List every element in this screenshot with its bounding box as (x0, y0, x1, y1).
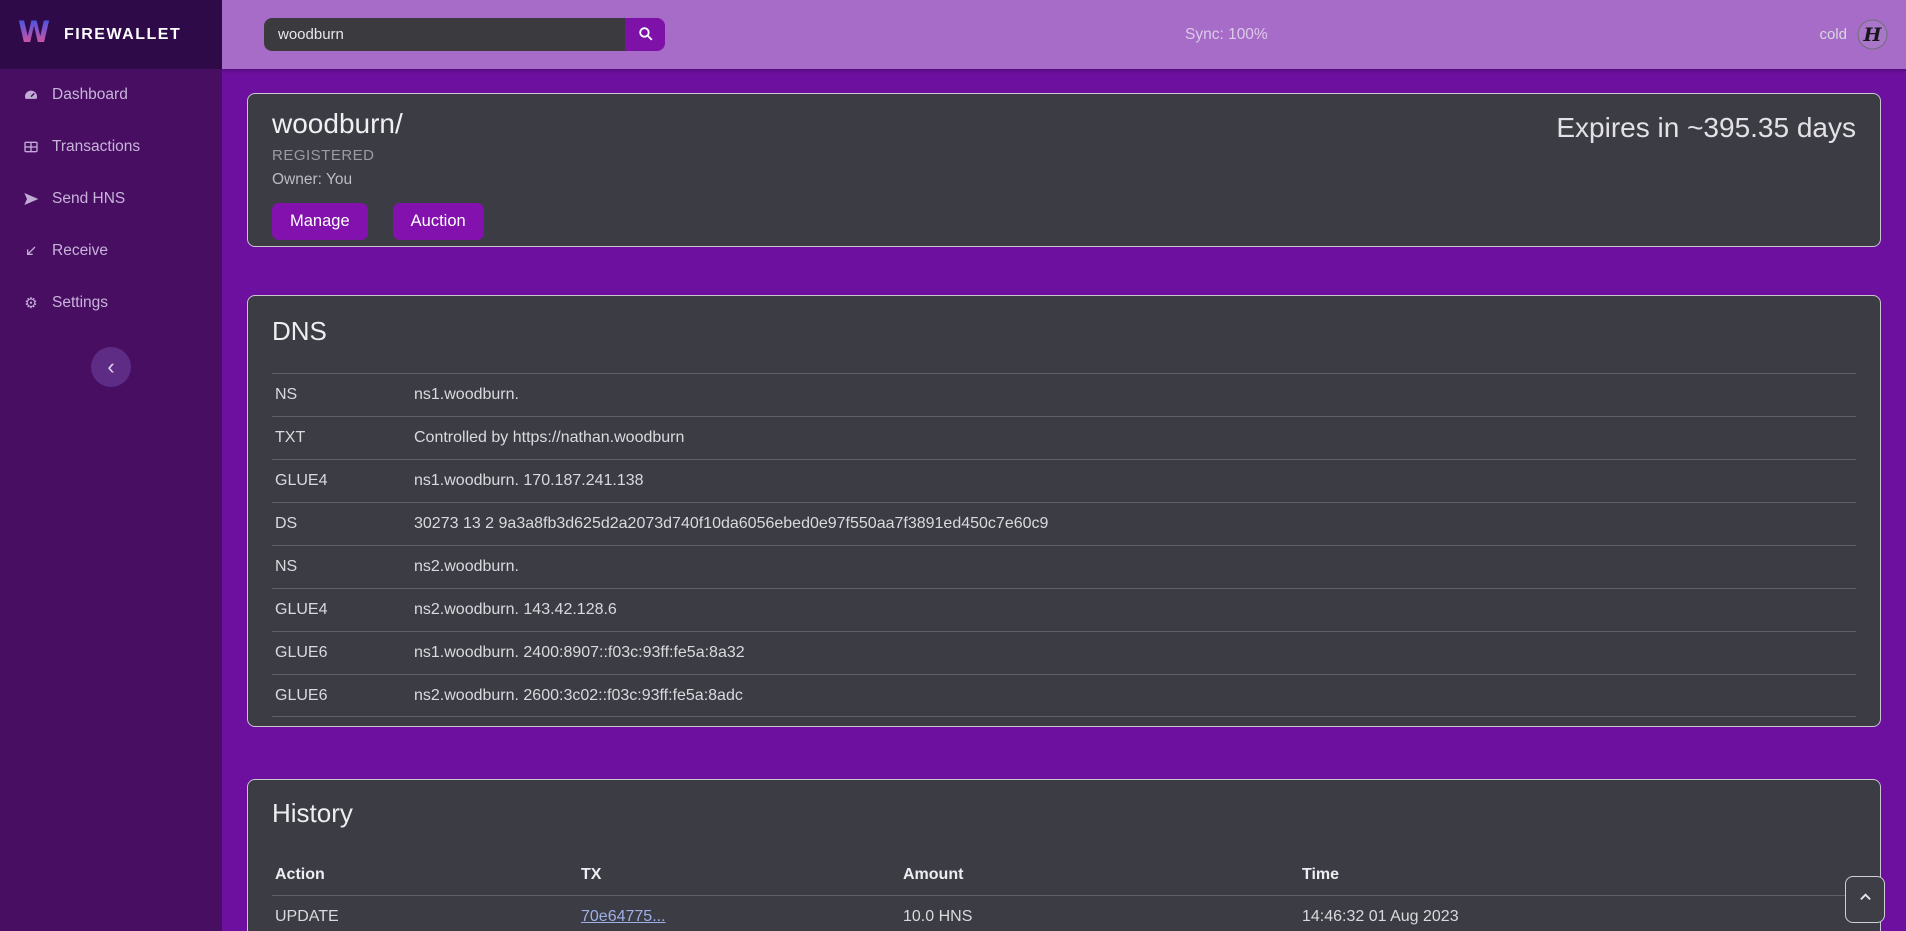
manage-button[interactable]: Manage (272, 203, 368, 240)
domain-owner: Owner: You (272, 171, 1856, 189)
dns-record-row: GLUE6 ns1.woodburn. 2400:8907::f03c:93ff… (272, 631, 1856, 674)
main-content: woodburn/ REGISTERED Owner: You Manage A… (222, 69, 1906, 931)
column-header-tx: TX (581, 866, 903, 884)
history-card-title: History (272, 798, 1856, 829)
dns-record-row: NS ns1.woodburn. (272, 373, 1856, 416)
chevron-up-icon (1859, 891, 1872, 909)
dns-record-type: NS (272, 386, 414, 404)
sidebar-item-send-hns[interactable]: Send HNS (0, 173, 222, 225)
sidebar-item-receive[interactable]: Receive (0, 225, 222, 277)
history-time: 14:46:32 01 Aug 2023 (1302, 908, 1856, 926)
svg-text:H: H (1863, 24, 1883, 46)
history-card: History Action TX Amount Time UPDATE 70e… (247, 779, 1881, 931)
sidebar-item-settings[interactable]: ⚙ Settings (0, 277, 222, 329)
sidebar: W FIREWALLET Dashboard Transactions Send… (0, 0, 222, 931)
history-row: UPDATE 70e64775... 10.0 HNS 14:46:32 01 … (272, 895, 1856, 931)
dns-record-type: NS (272, 558, 414, 576)
dns-record-value: Controlled by https://nathan.woodburn (414, 429, 1856, 447)
transactions-icon (18, 139, 44, 155)
column-header-time: Time (1302, 866, 1856, 884)
scroll-to-top-button[interactable] (1845, 876, 1885, 923)
dns-record-value: ns1.woodburn. (414, 386, 1856, 404)
sidebar-item-label: Receive (52, 242, 108, 260)
dns-record-type: GLUE6 (272, 687, 414, 705)
dns-record-type: DS (272, 515, 414, 533)
topbar: Sync: 100% cold H (222, 0, 1906, 69)
dns-record-value: ns2.woodburn. (414, 558, 1856, 576)
dns-record-type: TXT (272, 429, 414, 447)
sync-status: Sync: 100% (1185, 0, 1268, 69)
domain-status-badge: REGISTERED (272, 147, 1856, 164)
chevron-left-icon: ‹ (107, 356, 114, 378)
dns-record-row: GLUE6 ns2.woodburn. 2600:3c02::f03c:93ff… (272, 674, 1856, 717)
sidebar-item-label: Transactions (52, 138, 140, 156)
sidebar-item-dashboard[interactable]: Dashboard (0, 69, 222, 121)
tx-link[interactable]: 70e64775... (581, 908, 666, 925)
dns-record-row: GLUE4 ns1.woodburn. 170.187.241.138 (272, 459, 1856, 502)
svg-text:W: W (18, 15, 50, 49)
sidebar-nav: Dashboard Transactions Send HNS Receive … (0, 69, 222, 329)
sidebar-item-label: Settings (52, 294, 108, 312)
auction-button[interactable]: Auction (393, 203, 484, 240)
expires-label: Expires in ~395.35 days (1556, 112, 1856, 144)
dns-record-row: DS 30273 13 2 9a3a8fb3d625d2a2073d740f10… (272, 502, 1856, 545)
column-header-action: Action (272, 866, 581, 884)
column-header-amount: Amount (903, 866, 1302, 884)
dns-card-title: DNS (272, 316, 1856, 347)
history-amount: 10.0 HNS (903, 908, 1302, 926)
search-icon (637, 25, 654, 45)
sidebar-item-label: Send HNS (52, 190, 125, 208)
dns-record-type: GLUE4 (272, 472, 414, 490)
firewallet-logo-icon: W (16, 14, 52, 55)
search-input[interactable] (264, 18, 625, 51)
domain-card: woodburn/ REGISTERED Owner: You Manage A… (247, 93, 1881, 247)
dashboard-icon (18, 87, 44, 103)
wallet-name: cold (1819, 26, 1847, 43)
dns-record-value: ns2.woodburn. 143.42.128.6 (414, 601, 1856, 619)
topbar-right: cold H (1819, 0, 1888, 69)
brand-header: W FIREWALLET (0, 0, 222, 69)
dns-record-type: GLUE6 (272, 644, 414, 662)
history-action: UPDATE (272, 908, 581, 926)
dns-record-value: ns1.woodburn. 170.187.241.138 (414, 472, 1856, 490)
send-icon (18, 191, 44, 207)
sidebar-collapse-button[interactable]: ‹ (91, 347, 131, 387)
history-header-row: Action TX Amount Time (272, 855, 1856, 895)
brand-name: FIREWALLET (64, 26, 181, 44)
search-button[interactable] (625, 18, 665, 51)
dns-record-row: GLUE4 ns2.woodburn. 143.42.128.6 (272, 588, 1856, 631)
receive-icon (18, 243, 44, 259)
search-bar (264, 18, 665, 51)
handshake-logo-icon[interactable]: H (1857, 19, 1888, 50)
sidebar-item-transactions[interactable]: Transactions (0, 121, 222, 173)
dns-record-value: ns2.woodburn. 2600:3c02::f03c:93ff:fe5a:… (414, 687, 1856, 705)
sidebar-item-label: Dashboard (52, 86, 128, 104)
dns-record-value: ns1.woodburn. 2400:8907::f03c:93ff:fe5a:… (414, 644, 1856, 662)
dns-record-type: GLUE4 (272, 601, 414, 619)
dns-record-value: 30273 13 2 9a3a8fb3d625d2a2073d740f10da6… (414, 515, 1856, 533)
dns-card: DNS NS ns1.woodburn. TXT Controlled by h… (247, 295, 1881, 727)
dns-record-row: NS ns2.woodburn. (272, 545, 1856, 588)
dns-record-row: TXT Controlled by https://nathan.woodbur… (272, 416, 1856, 459)
settings-icon: ⚙ (18, 294, 44, 312)
